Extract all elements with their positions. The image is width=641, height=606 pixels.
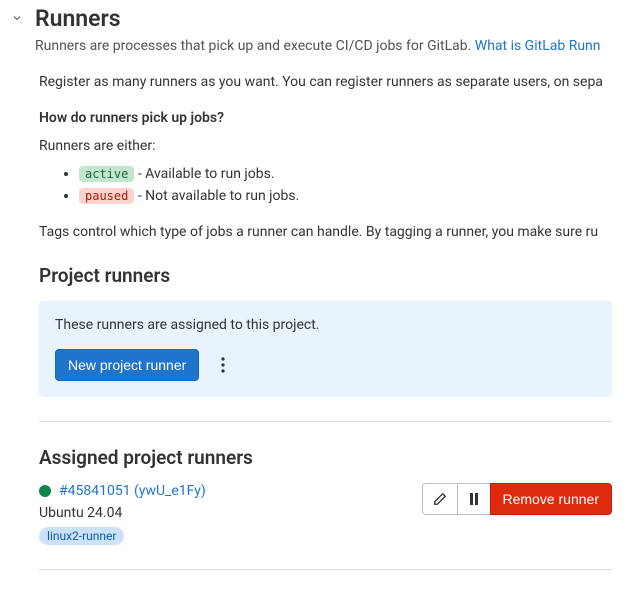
edit-runner-button[interactable]: [422, 483, 458, 515]
how-heading: How do runners pick up jobs?: [39, 110, 641, 126]
status-online-icon: [39, 485, 51, 497]
project-runners-box-text: These runners are assigned to this proje…: [55, 317, 596, 333]
more-actions-icon[interactable]: [215, 351, 231, 379]
list-item: active - Available to run jobs.: [79, 166, 641, 182]
status-list: active - Available to run jobs. paused -…: [79, 166, 641, 204]
runner-id-link[interactable]: #45841051 (ywU_e1Fy): [59, 483, 206, 499]
runner-tag-badge: linux2-runner: [39, 527, 124, 545]
project-runners-box: These runners are assigned to this proje…: [39, 301, 612, 397]
register-text: Register as many runners as you want. Yo…: [39, 74, 641, 90]
divider: [39, 569, 612, 570]
what-is-runner-link[interactable]: What is GitLab Runn: [475, 38, 601, 54]
remove-runner-button[interactable]: Remove runner: [490, 483, 613, 515]
new-project-runner-button[interactable]: New project runner: [55, 349, 199, 381]
active-badge: active: [79, 166, 134, 182]
divider: [39, 421, 612, 422]
pause-icon: [468, 492, 480, 506]
page-subtitle: Runners are processes that pick up and e…: [35, 38, 601, 54]
collapse-chevron-icon[interactable]: [11, 12, 23, 24]
project-runners-heading: Project runners: [39, 264, 641, 287]
assigned-runners-heading: Assigned project runners: [39, 446, 641, 469]
page-title: Runners: [35, 4, 601, 34]
runner-description: Ubuntu 24.04: [39, 505, 206, 521]
paused-badge: paused: [79, 188, 134, 204]
either-text: Runners are either:: [39, 138, 641, 154]
tags-text: Tags control which type of jobs a runner…: [39, 224, 641, 240]
pause-runner-button[interactable]: [458, 483, 491, 515]
pencil-icon: [433, 492, 447, 506]
list-item: paused - Not available to run jobs.: [79, 188, 641, 204]
